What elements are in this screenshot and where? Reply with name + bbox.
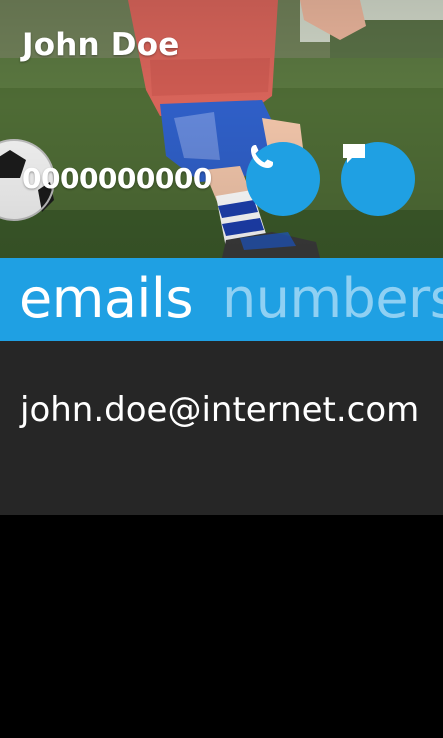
- emails-panel: john.doe@internet.com: [0, 341, 443, 515]
- contact-photo: John Doe 0000000000: [0, 0, 443, 258]
- contact-phone-number: 0000000000: [22, 162, 212, 195]
- email-address[interactable]: john.doe@internet.com: [20, 385, 420, 435]
- message-button[interactable]: [341, 142, 415, 216]
- contact-name: John Doe: [22, 27, 180, 63]
- tab-numbers[interactable]: numbers: [222, 264, 443, 334]
- tab-emails[interactable]: emails: [19, 264, 194, 334]
- empty-area: [0, 515, 443, 738]
- pivot-header: emails numbers: [0, 258, 443, 341]
- call-button[interactable]: [246, 142, 320, 216]
- contact-detail-screen: John Doe 0000000000 emails numbers john.…: [0, 0, 443, 738]
